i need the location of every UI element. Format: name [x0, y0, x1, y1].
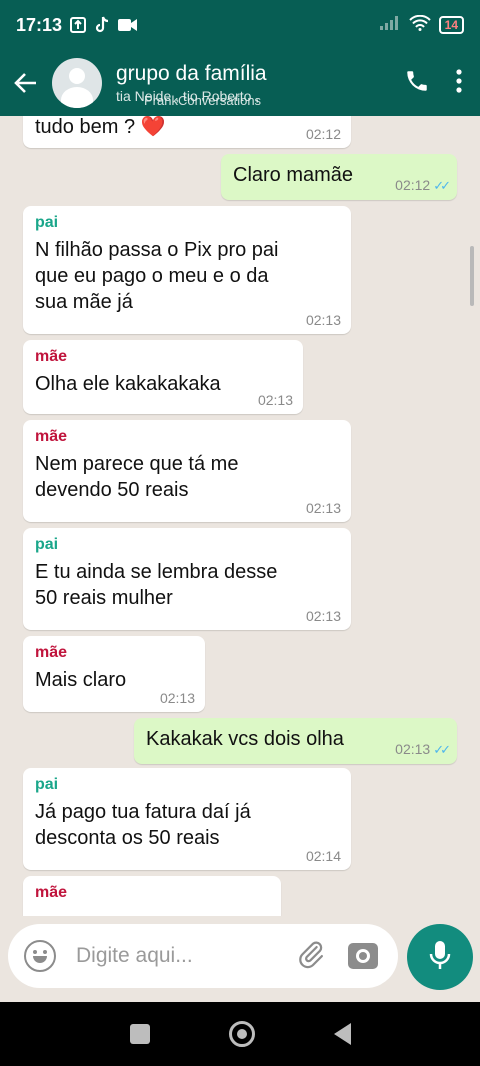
message-text: Nem parece que tá me devendo 50 reais: [35, 453, 239, 501]
message-incoming[interactable]: mãe: [23, 876, 281, 916]
wifi-icon: [408, 14, 431, 36]
message-time: 02:12: [395, 177, 431, 193]
chat-header: grupo da família tia Neide , tio Roberto…: [0, 50, 480, 116]
message-incoming[interactable]: mãe Mais claro 02:13: [23, 636, 205, 712]
message-outgoing[interactable]: Claro mamãe 02:12 ✓✓: [221, 154, 457, 200]
message-sender: pai: [35, 214, 59, 231]
microphone-button[interactable]: [407, 924, 473, 990]
message-incoming[interactable]: pai N filhão passa o Pix pro pai que eu …: [23, 206, 351, 334]
status-bar: 17:13 14: [0, 0, 480, 50]
message-sender: mãe: [35, 428, 68, 445]
message-time: 02:13: [257, 392, 293, 408]
message-sender: mãe: [35, 884, 68, 901]
message-incoming[interactable]: pai Já pago tua fatura daí já desconta o…: [23, 768, 351, 870]
message-time: 02:13: [305, 312, 341, 328]
scrollbar[interactable]: [470, 246, 474, 306]
group-name: grupo da família: [116, 62, 267, 85]
home-icon[interactable]: [228, 1021, 255, 1047]
more-options-icon[interactable]: [456, 68, 462, 98]
message-text: tudo bem ? ❤️: [35, 116, 166, 138]
group-avatar[interactable]: [52, 58, 102, 108]
message-text: E tu ainda se lembra desse 50 reais mulh…: [35, 561, 278, 609]
message-text: N filhão passa o Pix pro pai que eu pago…: [35, 239, 279, 313]
phone-call-icon[interactable]: [404, 68, 430, 99]
read-receipt-icon: ✓✓: [433, 742, 451, 757]
message-time: 02:12: [305, 126, 341, 142]
battery-indicator: 14: [438, 16, 464, 34]
message-input-container: Digite aqui...: [8, 924, 398, 988]
back-arrow-icon[interactable]: [0, 72, 52, 94]
message-sender: pai: [35, 536, 59, 553]
microphone-icon: [429, 940, 451, 975]
message-sender: mãe: [35, 644, 68, 661]
message-text: Olha ele kakakakaka: [35, 373, 221, 395]
nav-back-icon[interactable]: [333, 1023, 351, 1045]
message-time: 02:13: [395, 741, 431, 757]
navigation-bar: [0, 1002, 480, 1066]
message-time: 02:13: [159, 690, 195, 706]
notification-icon: [70, 17, 87, 33]
message-text: Já pago tua fatura daí já desconta os 50…: [35, 801, 251, 849]
message-incoming[interactable]: mãe Olha ele kakakakaka 02:13: [23, 340, 303, 414]
status-time: 17:13: [16, 14, 63, 35]
message-input[interactable]: Digite aqui...: [76, 944, 296, 968]
message-time: 02:13: [305, 500, 341, 516]
recent-apps-icon[interactable]: [129, 1024, 150, 1044]
camera-icon[interactable]: [348, 943, 378, 969]
message-incoming[interactable]: mãe Nem parece que tá me devendo 50 reai…: [23, 420, 351, 522]
group-info[interactable]: grupo da família tia Neide , tio Roberto…: [116, 61, 404, 108]
signal-icon: [379, 15, 401, 36]
composer-bar: Digite aqui...: [0, 916, 480, 1002]
message-incoming[interactable]: tudo bem ? ❤️ 02:12: [23, 116, 351, 148]
video-recording-icon: [118, 18, 138, 32]
tiktok-icon: [94, 16, 110, 34]
message-outgoing[interactable]: Kakakak vcs dois olha 02:13 ✓✓: [134, 718, 457, 764]
emoji-icon[interactable]: [24, 940, 56, 972]
chat-area[interactable]: tudo bem ? ❤️ 02:12 Claro mamãe 02:12 ✓✓ …: [0, 116, 480, 916]
read-receipt-icon: ✓✓: [433, 178, 451, 193]
watermark: PrankConversations: [144, 93, 262, 108]
message-incoming[interactable]: pai E tu ainda se lembra desse 50 reais …: [23, 528, 351, 630]
message-time: 02:13: [305, 608, 341, 624]
attach-icon[interactable]: [296, 939, 326, 974]
message-time: 02:14: [305, 848, 341, 864]
message-sender: mãe: [35, 348, 68, 365]
message-sender: pai: [35, 776, 59, 793]
